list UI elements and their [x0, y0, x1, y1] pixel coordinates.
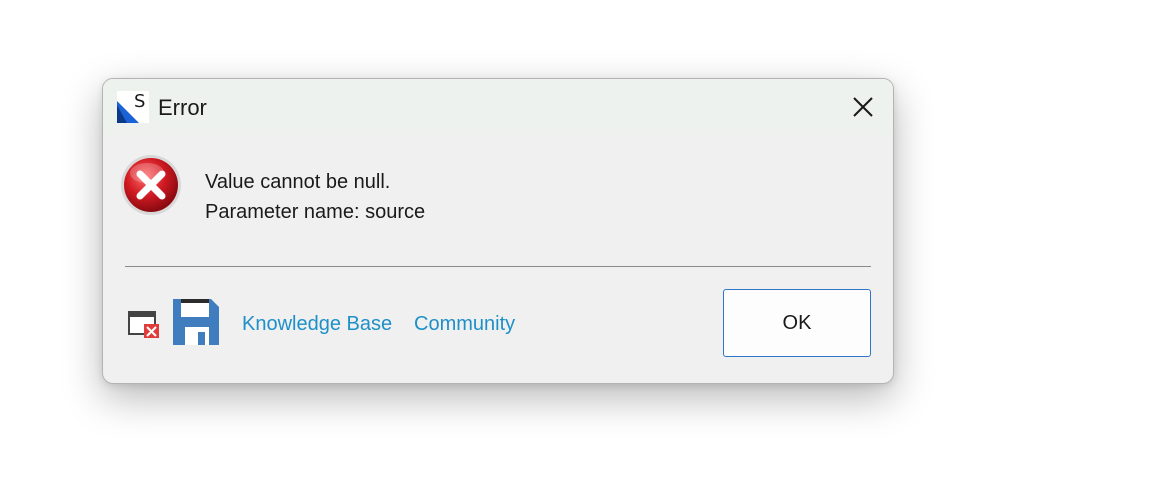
error-dialog: S Error Value cannot be null. Parameter … [102, 78, 894, 384]
error-message-line2: Parameter name: source [205, 201, 426, 223]
knowledge-base-link[interactable]: Knowledge Base [242, 311, 392, 337]
error-message-line1: Value cannot be null. [205, 171, 391, 193]
error-icon [121, 155, 181, 215]
app-logo-letter: S [134, 91, 145, 112]
error-message: Value cannot be null. Parameter name: so… [205, 167, 425, 227]
close-icon [853, 97, 873, 117]
close-button[interactable] [843, 87, 883, 127]
ok-button[interactable]: OK [723, 289, 871, 357]
title-bar: S Error [103, 79, 893, 135]
dialog-title: Error [158, 95, 207, 120]
community-link[interactable]: Community [414, 311, 515, 337]
divider [125, 266, 871, 267]
save-icon[interactable] [171, 297, 221, 347]
window-error-icon[interactable] [128, 309, 160, 339]
app-logo-icon: S [117, 91, 149, 123]
